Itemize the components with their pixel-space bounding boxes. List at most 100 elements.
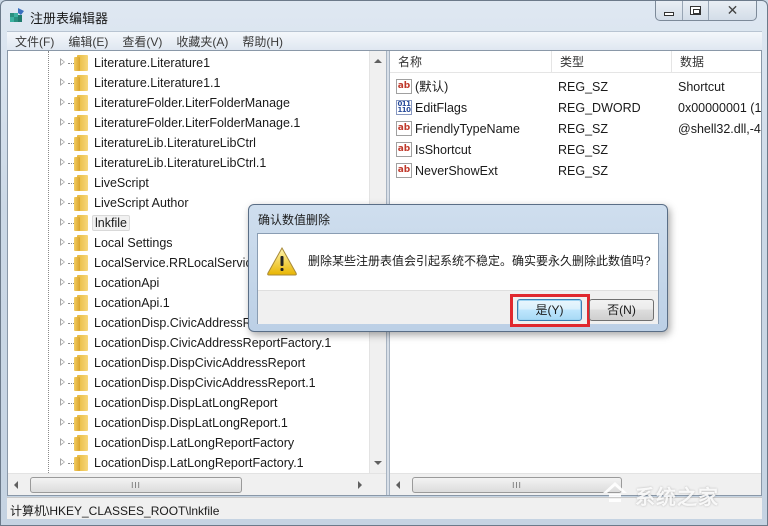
tree-item[interactable]: LocationDisp.LatLongReportFactory <box>8 433 368 453</box>
expand-arrow-icon[interactable] <box>60 278 65 286</box>
tree-item-label[interactable]: LocationDisp.DispLatLongReport.1 <box>92 415 290 431</box>
tree-item-label[interactable]: LocationDisp.LatLongReportFactory <box>92 435 296 451</box>
string-value-icon: ab <box>396 121 412 136</box>
scroll-left-icon[interactable] <box>14 481 18 489</box>
value-row[interactable]: ab NeverShowExt REG_SZ <box>390 161 761 181</box>
tree-item[interactable]: LiteratureFolder.LiterFolderManage <box>8 93 368 113</box>
tree-item-label[interactable]: LiteratureLib.LiteratureLibCtrl <box>92 135 258 151</box>
menu-favorites[interactable]: 收藏夹(A) <box>176 33 228 50</box>
folder-icon <box>74 275 88 291</box>
expand-arrow-icon[interactable] <box>60 318 65 326</box>
dialog-body: 删除某些注册表值会引起系统不稳定。确实要永久删除此数值吗? 是(Y) 否(N) <box>257 233 659 327</box>
menu-edit[interactable]: 编辑(E) <box>68 33 108 50</box>
tree-item-label[interactable]: LocationDisp.DispCivicAddressReport.1 <box>92 375 318 391</box>
folder-icon <box>74 155 88 171</box>
tree-item-label[interactable]: LiteratureFolder.LiterFolderManage.1 <box>92 115 302 131</box>
tree-item-label[interactable]: LocalService.RRLocalService <box>92 255 261 271</box>
tree-item-label[interactable]: LocationApi <box>92 275 161 291</box>
tree-item-label[interactable]: LiveScript Author <box>92 195 191 211</box>
expand-arrow-icon[interactable] <box>60 378 65 386</box>
tree-item[interactable]: Literature.Literature1.1 <box>8 73 368 93</box>
string-value-icon: ab <box>396 79 412 94</box>
yes-button[interactable]: 是(Y) <box>517 299 582 321</box>
folder-icon <box>74 435 88 451</box>
expand-arrow-icon[interactable] <box>60 138 65 146</box>
no-button[interactable]: 否(N) <box>589 299 654 321</box>
expand-arrow-icon[interactable] <box>60 98 65 106</box>
folder-icon <box>74 415 88 431</box>
scroll-left-icon[interactable] <box>396 481 400 489</box>
close-button[interactable]: ✕ <box>709 1 756 20</box>
expand-arrow-icon[interactable] <box>60 458 65 466</box>
tree-item-label[interactable]: LiteratureFolder.LiterFolderManage <box>92 95 292 111</box>
folder-icon <box>74 255 88 271</box>
expand-arrow-icon[interactable] <box>60 198 65 206</box>
folder-icon <box>74 355 88 371</box>
expand-arrow-icon[interactable] <box>60 418 65 426</box>
tree-item-label[interactable]: LiteratureLib.LiteratureLibCtrl.1 <box>92 155 268 171</box>
column-header-data[interactable]: 数据 <box>672 51 761 73</box>
value-row[interactable]: ab (默认) REG_SZ Shortcut <box>390 77 761 97</box>
expand-arrow-icon[interactable] <box>60 298 65 306</box>
folder-icon <box>74 135 88 151</box>
tree-item-label[interactable]: LocationApi.1 <box>92 295 172 311</box>
value-name: IsShortcut <box>415 143 472 157</box>
value-row[interactable]: ab FriendlyTypeName REG_SZ @shell32.dll,-4 <box>390 119 761 139</box>
tree-item[interactable]: Literature.Literature1 <box>8 53 368 73</box>
expand-arrow-icon[interactable] <box>60 238 65 246</box>
menu-view[interactable]: 查看(V) <box>122 33 162 50</box>
menu-help[interactable]: 帮助(H) <box>242 33 283 50</box>
expand-arrow-icon[interactable] <box>60 58 65 66</box>
tree-item-label[interactable]: Literature.Literature1.1 <box>92 75 222 91</box>
tree-item-label[interactable]: LocationDisp.DispLatLongReport <box>92 395 279 411</box>
tree-item-label[interactable]: Local Settings <box>92 235 175 251</box>
tree-item[interactable]: LiveScript <box>8 173 368 193</box>
expand-arrow-icon[interactable] <box>60 338 65 346</box>
maximize-button[interactable] <box>683 1 709 20</box>
maximize-icon <box>690 6 701 15</box>
scroll-down-icon[interactable] <box>374 461 382 465</box>
tree-item[interactable]: LocationDisp.CivicAddressReportFactory.1 <box>8 333 368 353</box>
tree-item-label[interactable]: LocationDisp.CivicAddressReportFactory.1 <box>92 335 333 351</box>
expand-arrow-icon[interactable] <box>60 178 65 186</box>
value-type: REG_DWORD <box>558 101 641 115</box>
list-hscroll-thumb[interactable]: III <box>412 477 622 493</box>
tree-item-label[interactable]: Literature.Literature1 <box>92 55 212 71</box>
tree-item-label[interactable]: LocationDisp.DispCivicAddressReport <box>92 355 307 371</box>
tree-item-label[interactable]: LiveScript <box>92 175 151 191</box>
menu-file[interactable]: 文件(F) <box>15 33 54 50</box>
expand-arrow-icon[interactable] <box>60 398 65 406</box>
folder-icon <box>74 295 88 311</box>
tree-item[interactable]: LocationDisp.LatLongReportFactory.1 <box>8 453 368 473</box>
column-header-name[interactable]: 名称 <box>390 51 552 73</box>
expand-arrow-icon[interactable] <box>60 358 65 366</box>
tree-hscroll-thumb[interactable]: III <box>30 477 242 493</box>
tree-horizontal-scrollbar[interactable]: III <box>8 473 386 495</box>
tree-item-label[interactable]: LocationDisp.LatLongReportFactory.1 <box>92 455 306 471</box>
value-type: REG_SZ <box>558 143 609 157</box>
expand-arrow-icon[interactable] <box>60 118 65 126</box>
tree-item[interactable]: LiteratureLib.LiteratureLibCtrl.1 <box>8 153 368 173</box>
expand-arrow-icon[interactable] <box>60 258 65 266</box>
expand-arrow-icon[interactable] <box>60 158 65 166</box>
folder-icon <box>74 235 88 251</box>
value-data: Shortcut <box>678 80 725 94</box>
tree-item[interactable]: LocationDisp.DispLatLongReport.1 <box>8 413 368 433</box>
value-name: FriendlyTypeName <box>415 122 520 136</box>
tree-item[interactable]: LiteratureFolder.LiterFolderManage.1 <box>8 113 368 133</box>
close-icon: ✕ <box>726 2 739 19</box>
scroll-up-icon[interactable] <box>374 59 382 63</box>
tree-item[interactable]: LiteratureLib.LiteratureLibCtrl <box>8 133 368 153</box>
column-header-type[interactable]: 类型 <box>552 51 672 73</box>
expand-arrow-icon[interactable] <box>60 218 65 226</box>
tree-item[interactable]: LocationDisp.DispCivicAddressReport <box>8 353 368 373</box>
tree-item[interactable]: LocationDisp.DispLatLongReport <box>8 393 368 413</box>
expand-arrow-icon[interactable] <box>60 78 65 86</box>
scroll-right-icon[interactable] <box>358 481 362 489</box>
expand-arrow-icon[interactable] <box>60 438 65 446</box>
tree-item-label[interactable]: lnkfile <box>92 215 130 231</box>
minimize-button[interactable] <box>656 1 683 20</box>
tree-item[interactable]: LocationDisp.DispCivicAddressReport.1 <box>8 373 368 393</box>
value-row[interactable]: ab IsShortcut REG_SZ <box>390 140 761 160</box>
value-row[interactable]: 011 110 EditFlags REG_DWORD 0x00000001 (1 <box>390 98 761 118</box>
